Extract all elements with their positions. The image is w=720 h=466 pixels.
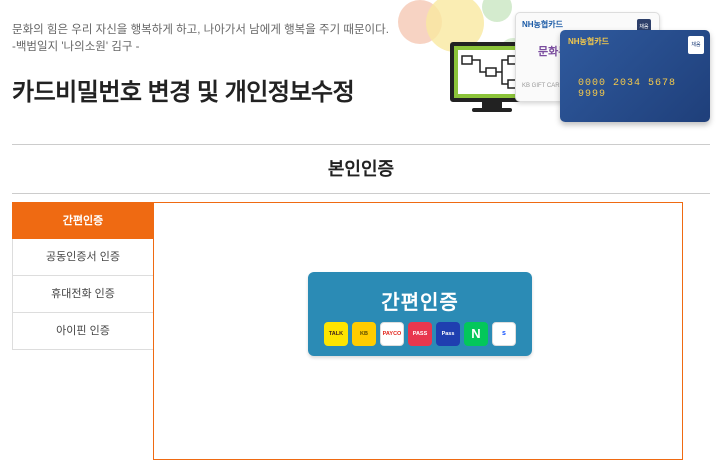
menu-item-ipin-auth[interactable]: 아이핀 인증 bbox=[12, 313, 154, 350]
credit-card-image: NH농협카드 채움 0000 2034 5678 9999 bbox=[560, 30, 710, 122]
page-title: 카드비밀번호 변경 및 개인정보수정 bbox=[12, 79, 355, 106]
monitor-base bbox=[472, 108, 512, 112]
card-number: 0000 2034 5678 9999 bbox=[578, 78, 677, 100]
shinhan-icon: S bbox=[492, 322, 516, 346]
simple-auth-label: 간편인증 bbox=[381, 292, 459, 314]
card-brand: NH농협카드 bbox=[568, 37, 609, 46]
samsung-pass-icon: Pass bbox=[436, 322, 460, 346]
kb-icon: KB bbox=[352, 322, 376, 346]
menu-item-certificate-auth[interactable]: 공동인증서 인증 bbox=[12, 239, 154, 276]
naver-icon: N bbox=[464, 322, 488, 346]
quote: 문화의 힘은 우리 자신을 행복하게 하고, 나아가서 남에게 행복을 주기 때… bbox=[12, 22, 389, 56]
divider bbox=[12, 144, 710, 145]
kakao-icon: TALK bbox=[324, 322, 348, 346]
payco-icon: PAYCO bbox=[380, 322, 404, 346]
decor-circle bbox=[482, 0, 512, 22]
card-tag: 채움 bbox=[688, 36, 704, 54]
card-brand: NH농협카드 bbox=[522, 20, 563, 29]
quote-line-2: -백범일지 '나의소원' 김구 - bbox=[12, 41, 140, 53]
divider bbox=[12, 193, 710, 194]
card-small-text: KB GIFT CARD bbox=[522, 83, 564, 89]
quote-line-1: 문화의 힘은 우리 자신을 행복하게 하고, 나아가서 남에게 행복을 주기 때… bbox=[12, 24, 389, 36]
pass-icon: PASS bbox=[408, 322, 432, 346]
simple-auth-button[interactable]: 간편인증 TALK KB PAYCO PASS Pass N S bbox=[308, 272, 532, 356]
menu-item-simple-auth[interactable]: 간편인증 bbox=[12, 202, 154, 239]
menu-item-phone-auth[interactable]: 휴대전화 인증 bbox=[12, 276, 154, 313]
auth-method-menu: 간편인증 공동인증서 인증 휴대전화 인증 아이핀 인증 bbox=[12, 202, 154, 350]
provider-icons: TALK KB PAYCO PASS Pass N S bbox=[324, 322, 516, 346]
section-title: 본인인증 bbox=[327, 159, 395, 179]
